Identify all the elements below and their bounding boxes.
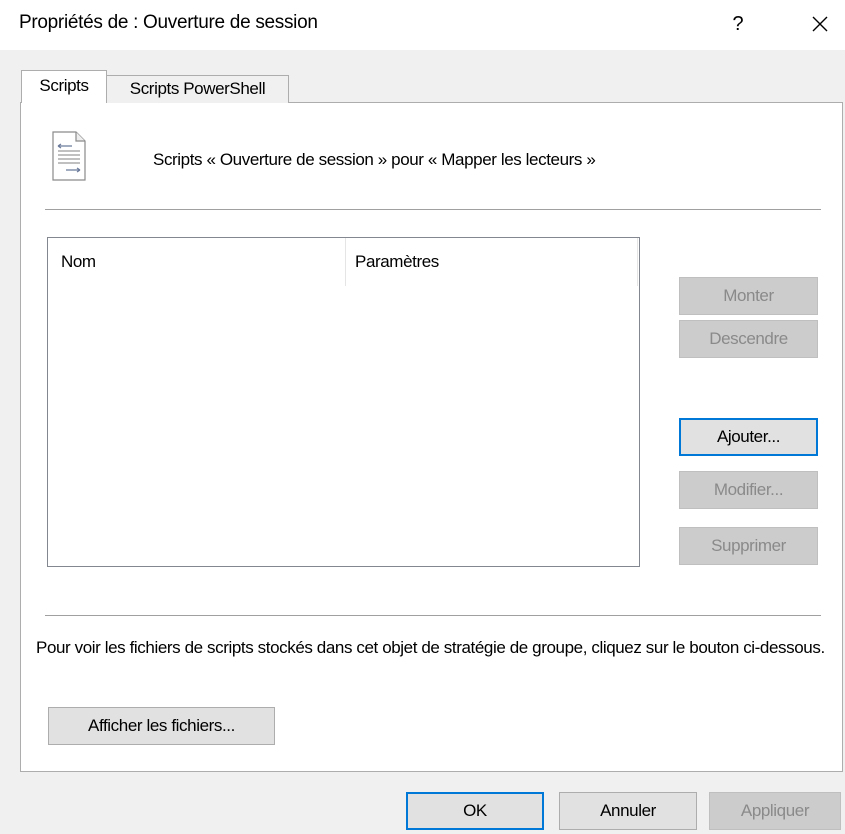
- scripts-header-text: Scripts « Ouverture de session » pour « …: [153, 150, 596, 169]
- move-down-button[interactable]: Descendre: [679, 320, 818, 358]
- column-header-parametres[interactable]: Paramètres: [346, 238, 638, 286]
- separator: [45, 209, 821, 210]
- close-button[interactable]: [798, 4, 842, 44]
- scripts-list[interactable]: Nom Paramètres: [47, 237, 640, 567]
- info-text: Pour voir les fichiers de scripts stocké…: [36, 638, 825, 657]
- move-up-button[interactable]: Monter: [679, 277, 818, 315]
- properties-dialog: Propriétés de : Ouverture de session ? S…: [0, 0, 845, 834]
- ok-button[interactable]: OK: [406, 792, 544, 830]
- tab-panel-scripts: Scripts « Ouverture de session » pour « …: [20, 102, 843, 772]
- help-button[interactable]: ?: [720, 4, 756, 44]
- add-button[interactable]: Ajouter...: [679, 418, 818, 456]
- tab-scripts[interactable]: Scripts: [21, 70, 107, 103]
- column-header-nom[interactable]: Nom: [48, 238, 346, 286]
- close-icon: [812, 16, 828, 32]
- title-bar: Propriétés de : Ouverture de session ?: [0, 0, 845, 50]
- show-files-button[interactable]: Afficher les fichiers...: [48, 707, 275, 745]
- separator: [45, 615, 821, 616]
- remove-button[interactable]: Supprimer: [679, 527, 818, 565]
- window-title: Propriétés de : Ouverture de session: [19, 12, 318, 33]
- apply-button[interactable]: Appliquer: [709, 792, 841, 830]
- cancel-button[interactable]: Annuler: [559, 792, 697, 830]
- tab-scripts-powershell[interactable]: Scripts PowerShell: [107, 75, 289, 103]
- edit-button[interactable]: Modifier...: [679, 471, 818, 509]
- script-document-icon: [52, 131, 86, 181]
